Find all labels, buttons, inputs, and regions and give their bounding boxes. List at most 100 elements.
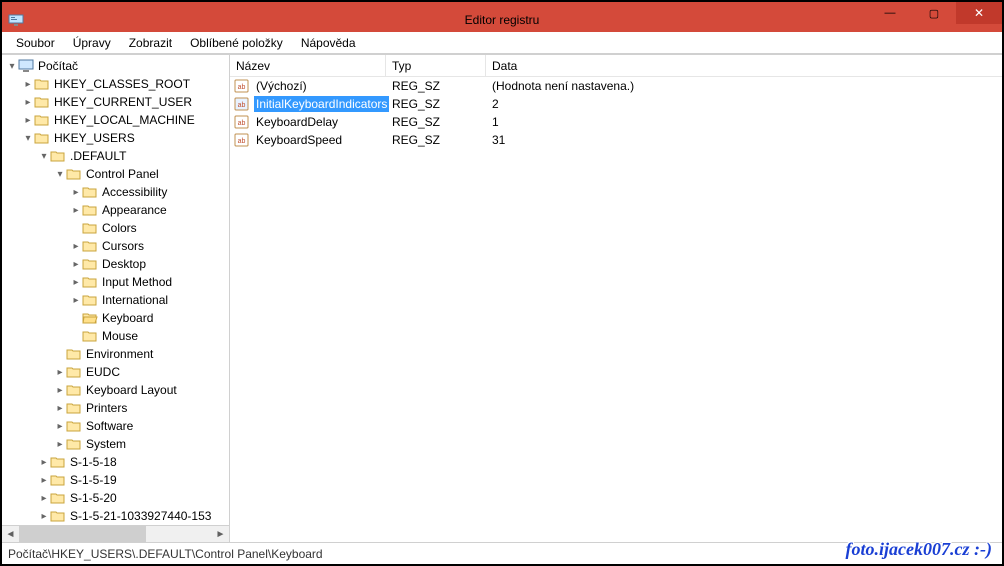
- column-name[interactable]: Název: [230, 55, 386, 76]
- column-data[interactable]: Data: [486, 55, 1002, 76]
- tree-node-label: Počítač: [38, 59, 78, 73]
- collapse-icon[interactable]: ▾: [38, 151, 50, 162]
- value-type: REG_SZ: [386, 133, 486, 147]
- minimize-button[interactable]: —: [868, 2, 912, 24]
- tree-node[interactable]: ▾ Počítač: [2, 57, 229, 75]
- expand-icon[interactable]: ▸: [70, 187, 82, 198]
- collapse-icon[interactable]: ▾: [54, 169, 66, 180]
- tree-node-label: Environment: [86, 347, 153, 361]
- expand-icon[interactable]: ▸: [54, 421, 66, 432]
- value-data: 2: [486, 97, 1002, 111]
- tree-node[interactable]: ▸Cursors: [2, 237, 229, 255]
- tree-node[interactable]: ▸International: [2, 291, 229, 309]
- expand-icon[interactable]: ▸: [70, 241, 82, 252]
- tree-node[interactable]: ▸Software: [2, 417, 229, 435]
- tree-node[interactable]: ▸Printers: [2, 399, 229, 417]
- menu-view[interactable]: Zobrazit: [121, 34, 180, 52]
- folder-icon: [82, 257, 98, 271]
- expand-icon[interactable]: ▸: [38, 493, 50, 504]
- tree-node[interactable]: ▸HKEY_CURRENT_USER: [2, 93, 229, 111]
- tree-node[interactable]: ▸ S-1-5-18: [2, 453, 229, 471]
- expand-icon[interactable]: ▸: [70, 277, 82, 288]
- collapse-icon[interactable]: ▾: [6, 61, 18, 72]
- string-value-icon: ab: [234, 114, 250, 130]
- tree-horizontal-scrollbar[interactable]: ◄ ►: [2, 525, 229, 542]
- expand-icon[interactable]: ▸: [54, 367, 66, 378]
- expand-icon[interactable]: ▸: [38, 475, 50, 486]
- expand-icon[interactable]: ▸: [22, 97, 34, 108]
- value-type: REG_SZ: [386, 79, 486, 93]
- tree-node[interactable]: ▸Keyboard Layout: [2, 381, 229, 399]
- tree-node[interactable]: ▸Environment: [2, 345, 229, 363]
- tree-node[interactable]: ▸ HKEY_CLASSES_ROOT: [2, 75, 229, 93]
- expand-icon[interactable]: ▸: [70, 205, 82, 216]
- close-button[interactable]: ✕: [956, 2, 1002, 24]
- tree-node[interactable]: ▸ System: [2, 435, 229, 453]
- value-row[interactable]: abKeyboardSpeedREG_SZ31: [230, 131, 1002, 149]
- tree-node[interactable]: ▸ Accessibility: [2, 183, 229, 201]
- tree-node[interactable]: ▸Appearance: [2, 201, 229, 219]
- tree-node-label: Desktop: [102, 257, 146, 271]
- svg-text:ab: ab: [238, 102, 246, 109]
- values-list[interactable]: ab(Výchozí)REG_SZ(Hodnota není nastavena…: [230, 77, 1002, 542]
- expand-icon[interactable]: ▸: [38, 511, 50, 522]
- scroll-thumb[interactable]: [19, 526, 146, 542]
- tree-node-label: S-1-5-18: [70, 455, 117, 469]
- tree-node[interactable]: ▸HKEY_LOCAL_MACHINE: [2, 111, 229, 129]
- tree-node[interactable]: ▸Keyboard: [2, 309, 229, 327]
- tree-node[interactable]: ▾ .DEFAULT: [2, 147, 229, 165]
- maximize-button[interactable]: ▢: [912, 2, 956, 24]
- menu-file[interactable]: Soubor: [8, 34, 63, 52]
- expand-icon[interactable]: ▸: [54, 403, 66, 414]
- menu-edit[interactable]: Úpravy: [65, 34, 119, 52]
- tree-node-label: S-1-5-20: [70, 491, 117, 505]
- expand-icon[interactable]: ▸: [70, 295, 82, 306]
- tree-pane: ▾ Počítač ▸ HKEY_CLASSES_ROOT ▸HKEY_CURRENT_…: [2, 55, 230, 542]
- tree-node[interactable]: ▸ S-1-5-20: [2, 489, 229, 507]
- titlebar[interactable]: Editor registru — ▢ ✕: [2, 8, 1002, 32]
- expand-icon[interactable]: ▸: [70, 259, 82, 270]
- value-data: 31: [486, 133, 1002, 147]
- tree-node-label: System: [86, 437, 126, 451]
- scroll-track[interactable]: [19, 526, 212, 542]
- tree-node[interactable]: ▸Mouse: [2, 327, 229, 345]
- expand-icon[interactable]: ▸: [38, 457, 50, 468]
- tree-node-label: .DEFAULT: [70, 149, 126, 163]
- value-row[interactable]: abKeyboardDelayREG_SZ1: [230, 113, 1002, 131]
- scroll-left-icon[interactable]: ◄: [2, 526, 19, 543]
- folder-open-icon: [82, 311, 98, 325]
- registry-tree[interactable]: ▾ Počítač ▸ HKEY_CLASSES_ROOT ▸HKEY_CURRENT_…: [2, 55, 229, 525]
- value-row[interactable]: ab(Výchozí)REG_SZ(Hodnota není nastavena…: [230, 77, 1002, 95]
- tree-node[interactable]: ▾HKEY_USERS: [2, 129, 229, 147]
- column-type[interactable]: Typ: [386, 55, 486, 76]
- value-name: KeyboardSpeed: [254, 132, 344, 148]
- expand-icon[interactable]: ▸: [54, 385, 66, 396]
- expand-icon[interactable]: ▸: [22, 115, 34, 126]
- tree-node-label: EUDC: [86, 365, 120, 379]
- folder-icon: [50, 491, 66, 505]
- expand-placeholder: ▸: [70, 331, 82, 342]
- expand-placeholder: ▸: [70, 313, 82, 324]
- folder-icon: [82, 329, 98, 343]
- tree-node[interactable]: ▸S-1-5-19: [2, 471, 229, 489]
- folder-icon: [50, 509, 66, 523]
- tree-node[interactable]: ▸ EUDC: [2, 363, 229, 381]
- expand-icon[interactable]: ▸: [54, 439, 66, 450]
- value-row[interactable]: abInitialKeyboardIndicatorsREG_SZ2: [230, 95, 1002, 113]
- collapse-icon[interactable]: ▾: [22, 133, 34, 144]
- menu-help[interactable]: Nápověda: [293, 34, 364, 52]
- tree-node-label: Accessibility: [102, 185, 167, 199]
- tree-node[interactable]: ▸ Desktop: [2, 255, 229, 273]
- tree-node-label: HKEY_CLASSES_ROOT: [54, 77, 190, 91]
- menu-favorites[interactable]: Oblíbené položky: [182, 34, 291, 52]
- folder-icon: [66, 167, 82, 181]
- tree-node-label: S-1-5-21-1033927440-153: [70, 509, 211, 523]
- expand-icon[interactable]: ▸: [22, 79, 34, 90]
- computer-icon: [18, 59, 34, 73]
- tree-node[interactable]: ▸Colors: [2, 219, 229, 237]
- scroll-right-icon[interactable]: ►: [212, 526, 229, 543]
- tree-node[interactable]: ▾Control Panel: [2, 165, 229, 183]
- tree-node[interactable]: ▸ S-1-5-21-1033927440-153: [2, 507, 229, 525]
- folder-icon: [50, 473, 66, 487]
- tree-node[interactable]: ▸Input Method: [2, 273, 229, 291]
